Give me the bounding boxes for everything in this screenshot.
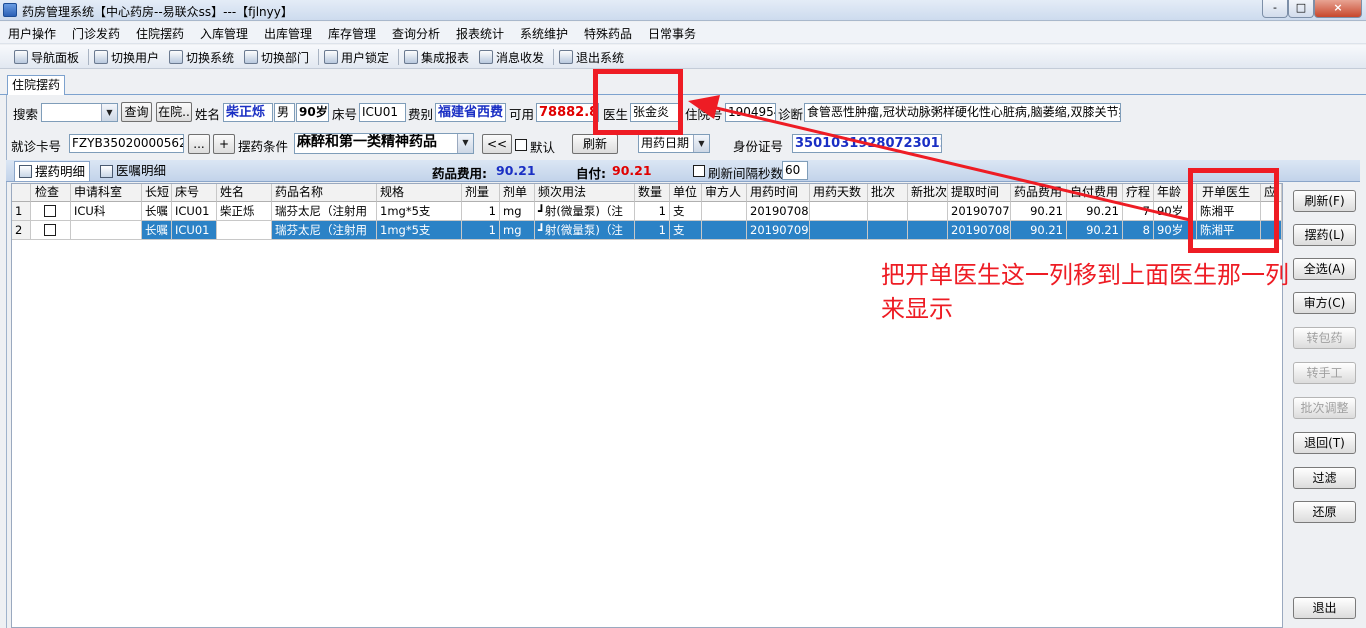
annotation-note-line1: 把开单医生这一列移到上面医生那一列 bbox=[881, 261, 1289, 289]
annotation-arrow bbox=[688, 95, 1191, 222]
annotation-note-line2: 来显示 bbox=[881, 295, 953, 323]
